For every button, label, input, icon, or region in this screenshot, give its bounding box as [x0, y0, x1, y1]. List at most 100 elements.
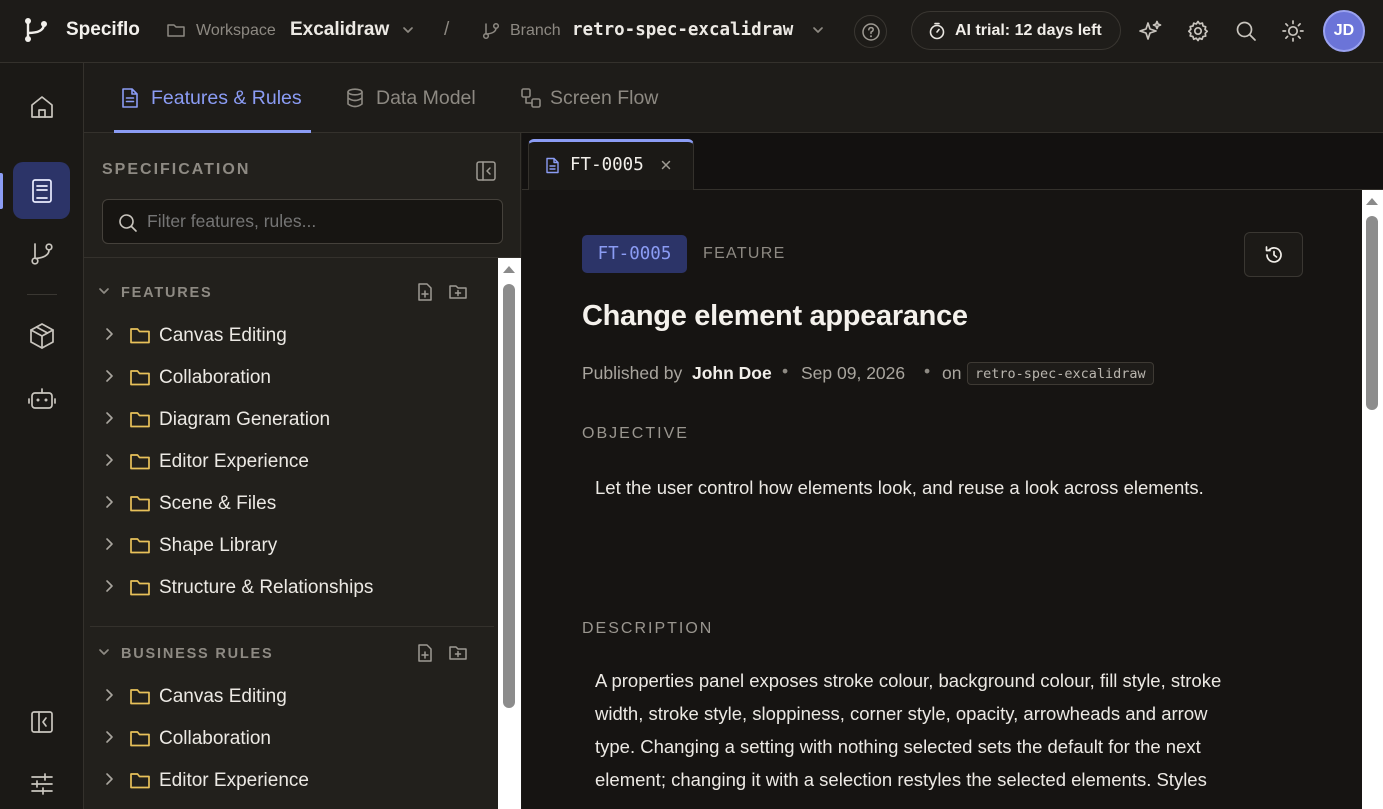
- left-rail: [0, 63, 84, 809]
- app-name: Speciflo: [66, 19, 140, 40]
- business-rules-section-title: BUSINESS RULES: [121, 646, 274, 662]
- doc-id-badge: FT-0005: [582, 235, 687, 273]
- feature-folder-6[interactable]: Structure & Relationships: [84, 566, 494, 608]
- description-line: type. Changing a setting with nothing se…: [595, 736, 1201, 757]
- folder-icon: [129, 367, 151, 387]
- feature-folder-0[interactable]: Canvas Editing: [84, 314, 494, 356]
- description-line: width, stroke style, sloppiness, corner …: [595, 703, 1208, 724]
- package-icon[interactable]: [27, 321, 57, 351]
- new-file-icon[interactable]: [416, 282, 434, 302]
- document-icon: [120, 87, 140, 109]
- doc-tab-ft-0005[interactable]: FT-0005: [528, 139, 694, 190]
- tab-data-model[interactable]: Data Model: [344, 63, 484, 133]
- branch-selector[interactable]: Branch retro-spec-excalidraw: [481, 18, 827, 44]
- robot-icon[interactable]: [27, 384, 57, 414]
- collapse-sidebar-icon[interactable]: [475, 160, 497, 182]
- feature-folder-5[interactable]: Shape Library: [84, 524, 494, 566]
- feature-folder-4[interactable]: Scene & Files: [84, 482, 494, 524]
- close-icon[interactable]: [660, 159, 672, 171]
- settings-gear-icon[interactable]: [1186, 19, 1210, 43]
- tab-screen-flow[interactable]: Screen Flow: [520, 63, 670, 133]
- scrollbar-thumb[interactable]: [503, 284, 515, 708]
- scrollbar-thumb[interactable]: [1366, 216, 1378, 410]
- document-pane: FT-0005 FT-0005 FEATURE Change element a…: [522, 133, 1383, 809]
- folder-icon: [129, 451, 151, 471]
- chevron-right-icon: [104, 688, 114, 702]
- folder-icon: [129, 770, 151, 790]
- folder-icon: [129, 535, 151, 555]
- history-icon: [1263, 244, 1285, 266]
- sliders-icon[interactable]: [29, 771, 55, 797]
- chevron-right-icon: [104, 730, 114, 744]
- specification-sidebar: SPECIFICATION FEATURES Canvas Editing Col…: [84, 133, 521, 809]
- document-icon: [545, 157, 560, 174]
- search-icon[interactable]: [1235, 20, 1257, 42]
- sparkles-icon[interactable]: [1138, 19, 1164, 45]
- chevron-right-icon: [104, 369, 114, 383]
- workspace-label: Workspace: [196, 22, 276, 39]
- new-folder-icon[interactable]: [448, 283, 468, 301]
- filter-search-box[interactable]: [102, 199, 503, 244]
- scroll-up-arrow-icon[interactable]: [1365, 196, 1379, 206]
- rail-divider: [27, 294, 57, 295]
- chevron-right-icon: [104, 411, 114, 425]
- filter-input[interactable]: [147, 200, 497, 243]
- user-avatar[interactable]: JD: [1323, 10, 1365, 52]
- section-divider: [90, 626, 494, 627]
- new-folder-icon[interactable]: [448, 644, 468, 662]
- doc-tab-label: FT-0005: [570, 155, 644, 175]
- ai-trial-badge[interactable]: AI trial: 12 days left: [911, 11, 1121, 50]
- rule-folder-2[interactable]: Editor Experience: [84, 759, 494, 801]
- feature-folder-2[interactable]: Diagram Generation: [84, 398, 494, 440]
- doc-meta: Published by John Doe • Sep 09, 2026 • o…: [582, 361, 1282, 387]
- meta-dot: •: [782, 361, 789, 381]
- tree-item-label: Collaboration: [159, 367, 271, 388]
- folder-icon: [129, 728, 151, 748]
- sidebar-scrollbar[interactable]: [498, 258, 521, 809]
- chevron-right-icon: [104, 453, 114, 467]
- branches-icon[interactable]: [28, 240, 56, 268]
- doc-type: FEATURE: [703, 245, 786, 262]
- feature-folder-1[interactable]: Collaboration: [84, 356, 494, 398]
- tree-item-label: Canvas Editing: [159, 686, 287, 707]
- meta-dot: •: [924, 361, 931, 381]
- folder-icon: [129, 325, 151, 345]
- on-label: on: [942, 363, 962, 383]
- chevron-down-icon: [812, 25, 824, 35]
- history-button[interactable]: [1244, 232, 1303, 277]
- tree-item-label: Shape Library: [159, 535, 278, 556]
- description-line: element; changing it with a selection re…: [595, 769, 1207, 790]
- chevron-down-icon: [402, 25, 414, 35]
- home-icon[interactable]: [28, 93, 56, 121]
- doc-scrollbar[interactable]: [1362, 190, 1383, 809]
- tab-features-rules[interactable]: Features & Rules: [114, 63, 311, 133]
- business-rules-section-header[interactable]: BUSINESS RULES: [84, 641, 494, 667]
- new-file-icon[interactable]: [416, 643, 434, 663]
- objective-text: Let the user control how elements look, …: [595, 477, 1204, 498]
- tree-item-label: Diagram Generation: [159, 409, 331, 430]
- help-button[interactable]: [854, 15, 887, 48]
- ai-trial-label: AI trial: 12 days left: [955, 22, 1102, 39]
- chevron-down-icon: [98, 647, 110, 657]
- author-name[interactable]: John Doe: [692, 363, 772, 384]
- branch-icon: [481, 21, 501, 41]
- tab-label: Features & Rules: [151, 87, 302, 109]
- chevron-right-icon: [104, 537, 114, 551]
- feature-folder-3[interactable]: Editor Experience: [84, 440, 494, 482]
- chevron-right-icon: [104, 495, 114, 509]
- tree-item-label: Editor Experience: [159, 451, 309, 472]
- rule-folder-1[interactable]: Collaboration: [84, 717, 494, 759]
- app-logo-icon[interactable]: [22, 15, 52, 45]
- doc-id: FT-0005: [597, 244, 672, 264]
- folder-icon: [129, 493, 151, 513]
- rule-folder-0[interactable]: Canvas Editing: [84, 675, 494, 717]
- collapse-rail-icon[interactable]: [29, 709, 55, 735]
- publish-date: Sep 09, 2026: [801, 363, 906, 383]
- tree-item-label: Structure & Relationships: [159, 577, 374, 598]
- scroll-up-arrow-icon[interactable]: [502, 264, 516, 274]
- branch-chip[interactable]: retro-spec-excalidraw: [967, 362, 1154, 385]
- spec-book-button[interactable]: [13, 162, 70, 219]
- features-section-header[interactable]: FEATURES: [84, 280, 494, 306]
- theme-sun-icon[interactable]: [1281, 19, 1305, 43]
- workspace-selector[interactable]: Workspace Excalidraw: [166, 18, 422, 44]
